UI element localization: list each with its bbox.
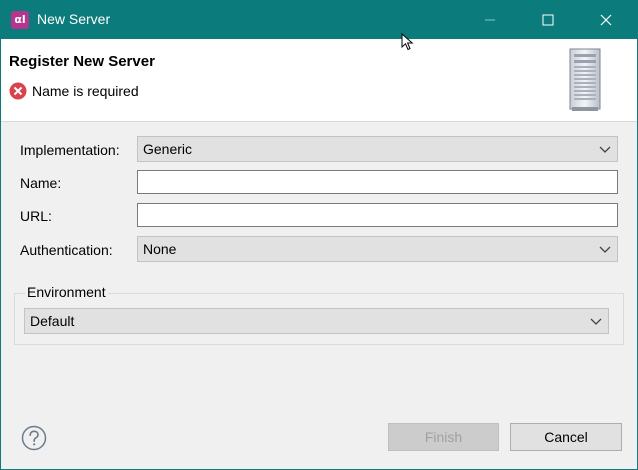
url-label: URL: — [20, 208, 52, 224]
chevron-down-icon — [590, 318, 602, 325]
error-message: Name is required — [32, 83, 139, 99]
url-field[interactable] — [137, 203, 618, 227]
name-field[interactable] — [137, 170, 618, 194]
environment-value: Default — [30, 313, 75, 329]
close-button[interactable] — [583, 1, 629, 39]
chevron-down-icon — [599, 146, 611, 153]
app-icon: αl — [11, 11, 29, 29]
mouse-pointer-icon — [401, 33, 414, 51]
cancel-button[interactable]: Cancel — [510, 423, 622, 451]
authentication-value: None — [143, 241, 177, 257]
error-icon — [9, 82, 27, 100]
server-icon — [569, 48, 601, 111]
minimize-button[interactable] — [467, 1, 513, 39]
implementation-select[interactable]: Generic — [137, 136, 618, 162]
authentication-label: Authentication: — [20, 242, 113, 258]
new-server-dialog: αl New Server Register New Server Name i… — [0, 0, 638, 470]
minimize-icon — [485, 19, 495, 21]
authentication-select[interactable]: None — [137, 236, 618, 262]
maximize-icon — [542, 14, 554, 26]
dialog-header: Register New Server Name is required — [1, 39, 637, 122]
environment-select[interactable]: Default — [24, 308, 609, 334]
close-icon — [600, 14, 612, 26]
page-title: Register New Server — [9, 53, 155, 70]
title-bar[interactable]: αl New Server — [1, 1, 637, 39]
implementation-label: Implementation: — [20, 142, 120, 158]
window-title: New Server — [37, 11, 111, 27]
help-icon[interactable] — [21, 425, 47, 451]
environment-label: Environment — [25, 284, 108, 300]
finish-button[interactable]: Finish — [388, 423, 499, 451]
name-label: Name: — [20, 175, 62, 191]
maximize-button[interactable] — [525, 1, 571, 39]
implementation-value: Generic — [143, 141, 193, 157]
chevron-down-icon — [599, 246, 611, 253]
